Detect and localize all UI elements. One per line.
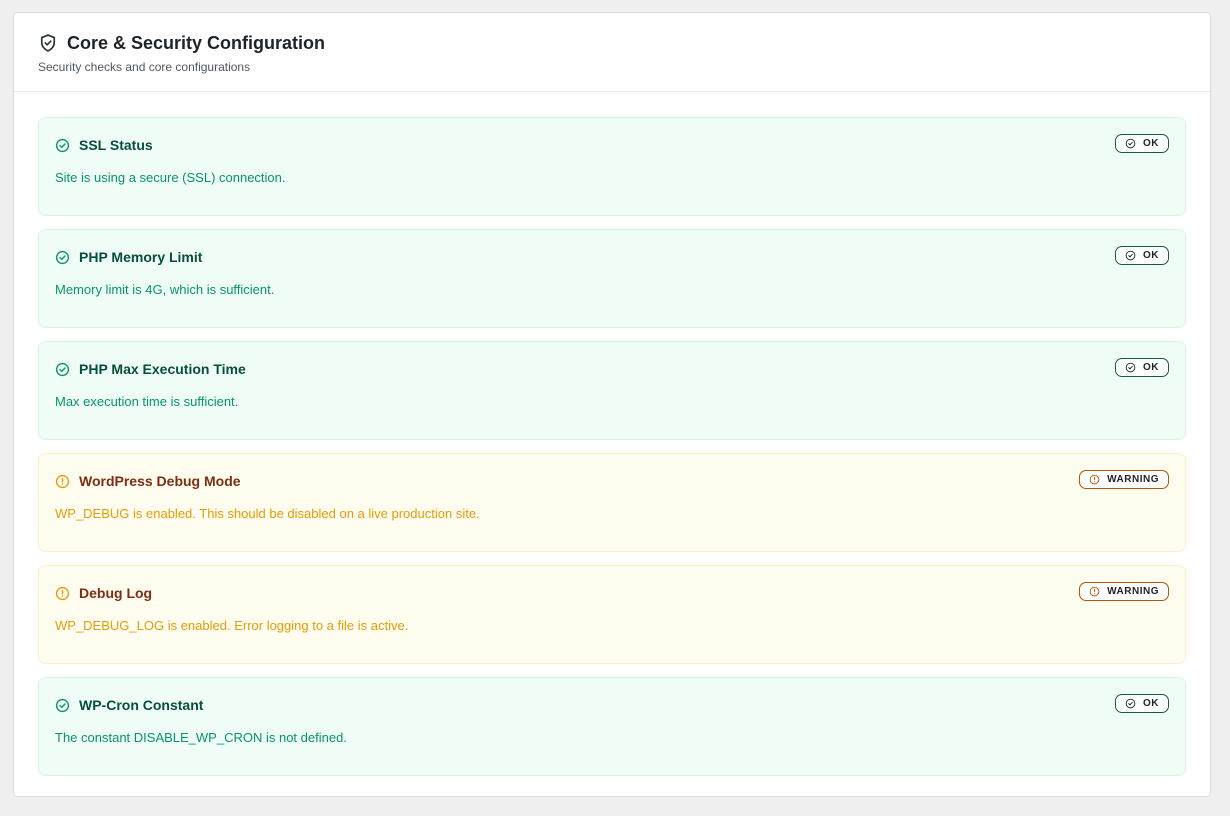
status-badge: WARNING [1079, 470, 1169, 489]
check-head: WP-Cron Constant [55, 697, 1169, 713]
title-row: Core & Security Configuration [38, 32, 1186, 54]
check-circle-icon [55, 138, 70, 153]
status-badge-label: OK [1143, 698, 1159, 709]
check-head: Debug Log [55, 585, 1169, 601]
check-description: The constant DISABLE_WP_CRON is not defi… [55, 730, 347, 745]
status-badge-label: OK [1143, 138, 1159, 149]
check-description: WP_DEBUG is enabled. This should be disa… [55, 506, 480, 521]
status-badge: OK [1115, 694, 1169, 713]
check-head: PHP Max Execution Time [55, 361, 1169, 377]
check-ssl-status: SSL Status Site is using a secure (SSL) … [38, 117, 1186, 216]
status-badge: OK [1115, 246, 1169, 265]
alert-circle-icon [1089, 474, 1100, 485]
check-wp-cron-constant: WP-Cron Constant The constant DISABLE_WP… [38, 677, 1186, 776]
check-php-max-execution-time: PHP Max Execution Time Max execution tim… [38, 341, 1186, 440]
check-head: SSL Status [55, 137, 1169, 153]
alert-circle-icon [1089, 586, 1100, 597]
check-circle-icon [55, 698, 70, 713]
check-circle-icon [55, 362, 70, 377]
panel-header: Core & Security Configuration Security c… [14, 13, 1210, 92]
alert-circle-icon [55, 586, 70, 601]
status-badge-label: OK [1143, 250, 1159, 261]
check-circle-icon [55, 250, 70, 265]
alert-circle-icon [55, 474, 70, 489]
status-badge: OK [1115, 134, 1169, 153]
check-circle-icon [1125, 362, 1136, 373]
check-wordpress-debug-mode: WordPress Debug Mode WP_DEBUG is enabled… [38, 453, 1186, 552]
check-title: WP-Cron Constant [79, 697, 204, 713]
check-head: PHP Memory Limit [55, 249, 1169, 265]
check-head: WordPress Debug Mode [55, 473, 1169, 489]
shield-check-icon [38, 33, 58, 53]
check-title: SSL Status [79, 137, 153, 153]
check-circle-icon [1125, 250, 1136, 261]
check-circle-icon [1125, 138, 1136, 149]
page-subtitle: Security checks and core configurations [38, 60, 251, 74]
page-title: Core & Security Configuration [67, 32, 326, 53]
status-badge-label: OK [1143, 362, 1159, 373]
check-description: Site is using a secure (SSL) connection. [55, 170, 286, 185]
check-description: Max execution time is sufficient. [55, 394, 239, 409]
check-description: Memory limit is 4G, which is sufficient. [55, 282, 275, 297]
check-debug-log: Debug Log WP_DEBUG_LOG is enabled. Error… [38, 565, 1186, 664]
status-badge: OK [1115, 358, 1169, 377]
check-description: WP_DEBUG_LOG is enabled. Error logging t… [55, 618, 409, 633]
status-badge-label: WARNING [1107, 586, 1159, 597]
check-php-memory-limit: PHP Memory Limit Memory limit is 4G, whi… [38, 229, 1186, 328]
check-title: WordPress Debug Mode [79, 473, 241, 489]
status-badge-label: WARNING [1107, 474, 1159, 485]
check-circle-icon [1125, 698, 1136, 709]
checks-list: SSL Status Site is using a secure (SSL) … [14, 92, 1210, 776]
check-title: PHP Memory Limit [79, 249, 203, 265]
status-badge: WARNING [1079, 582, 1169, 601]
check-title: PHP Max Execution Time [79, 361, 246, 377]
core-security-panel: Core & Security Configuration Security c… [13, 12, 1211, 797]
check-title: Debug Log [79, 585, 153, 601]
